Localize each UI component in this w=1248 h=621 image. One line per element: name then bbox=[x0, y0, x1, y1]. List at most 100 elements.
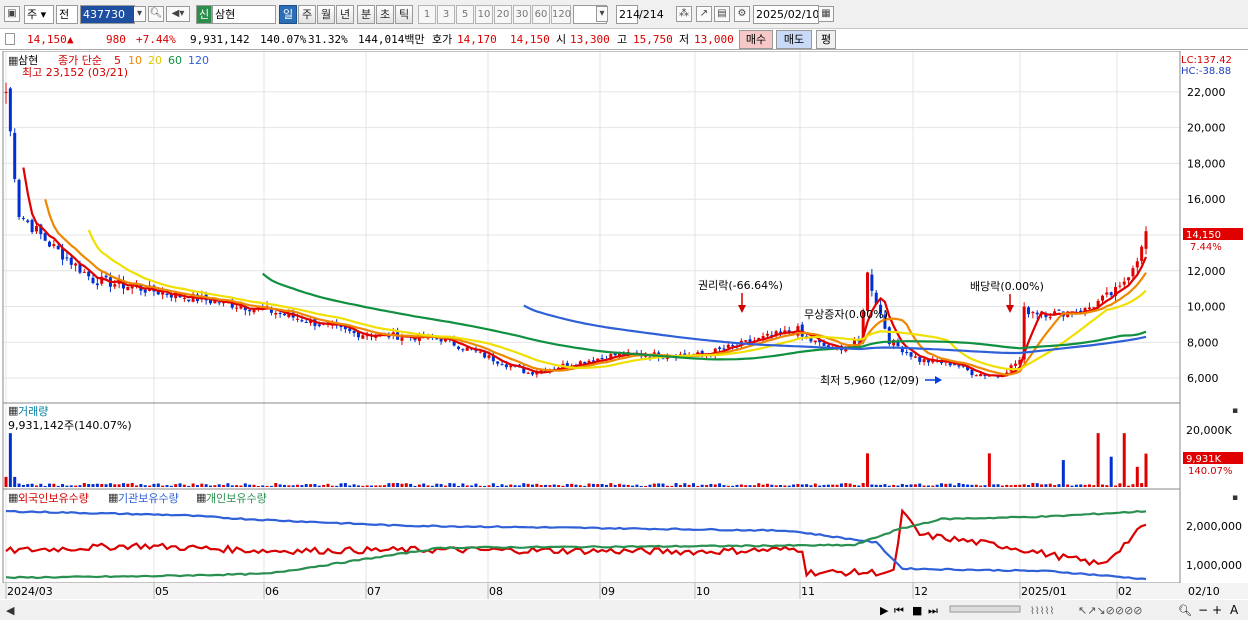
interval-60[interactable]: 60 bbox=[532, 5, 550, 24]
period-minute[interactable]: 분 bbox=[357, 5, 375, 24]
volume-bar bbox=[330, 485, 334, 487]
date-input[interactable]: 2025/02/10 bbox=[753, 5, 819, 24]
calendar-icon[interactable]: ▦ bbox=[818, 6, 834, 22]
period-day[interactable]: 일 bbox=[279, 5, 297, 24]
candle-body bbox=[235, 307, 239, 309]
cursor-icon[interactable]: ↗ bbox=[696, 6, 712, 22]
candle-body bbox=[95, 283, 99, 286]
volume-bar bbox=[765, 483, 769, 487]
rights-annotation: 권리락(-66.64%) bbox=[698, 279, 783, 292]
candle-body bbox=[530, 372, 534, 375]
volume-bar bbox=[1048, 483, 1052, 487]
interval-20[interactable]: 20 bbox=[494, 5, 512, 24]
volume-y-tick: 20,000K bbox=[1186, 424, 1232, 437]
volume-bar bbox=[465, 485, 469, 487]
volume-bar bbox=[848, 483, 852, 487]
window-menu-icon[interactable]: ▣ bbox=[4, 6, 20, 22]
volume-bar bbox=[48, 483, 52, 487]
save-icon[interactable]: ▤ bbox=[714, 6, 730, 22]
volume-bar bbox=[987, 453, 991, 487]
volume-bar bbox=[130, 483, 134, 487]
volume-bar bbox=[665, 485, 669, 487]
candle-body bbox=[744, 340, 748, 342]
volume-bar bbox=[548, 485, 552, 487]
sound-icon[interactable]: ◀▾ bbox=[166, 6, 190, 22]
sell-button[interactable]: 매도 bbox=[776, 30, 812, 49]
volume-panel-border bbox=[2, 402, 1181, 490]
volume-bar bbox=[787, 485, 791, 487]
ask-label: 호가 bbox=[432, 33, 453, 46]
volume-bar bbox=[1000, 485, 1004, 487]
volume-bar bbox=[731, 485, 735, 487]
interval-10[interactable]: 10 bbox=[475, 5, 493, 24]
volume-bar bbox=[983, 485, 987, 487]
market-select[interactable]: 주 ▾ bbox=[24, 5, 54, 24]
volume-bar bbox=[517, 485, 521, 487]
x-axis-label: 08 bbox=[489, 585, 503, 598]
volume-bar bbox=[108, 483, 112, 487]
interval-5[interactable]: 5 bbox=[456, 5, 474, 24]
volume-bar bbox=[21, 484, 25, 487]
period-month[interactable]: 월 bbox=[317, 5, 335, 24]
interval-dropdown-icon[interactable]: ▾ bbox=[596, 6, 608, 22]
period-year[interactable]: 년 bbox=[336, 5, 354, 24]
buy-button[interactable]: 매수 bbox=[739, 30, 773, 49]
candle-body bbox=[1035, 312, 1039, 315]
candle-body bbox=[913, 356, 917, 358]
dividend-annotation: 배당락(0.00%) bbox=[970, 280, 1044, 293]
stock-name-field[interactable]: 삼현 bbox=[212, 5, 276, 24]
volume-bar bbox=[713, 484, 717, 487]
candle-body bbox=[1100, 295, 1104, 301]
volume-bar bbox=[522, 483, 526, 487]
prev-select[interactable]: 전 bbox=[56, 5, 78, 24]
count-input[interactable]: 214 bbox=[616, 5, 640, 24]
toolbar: ▣ 주 ▾ 전 437730 ▾ 🔍︎ ◀▾ 신 삼현 일 주 월 년 분 초 … bbox=[0, 0, 1248, 29]
volume-bar bbox=[235, 485, 239, 487]
volume-bar bbox=[313, 483, 317, 487]
price-y-tick: 12,000 bbox=[1187, 265, 1226, 278]
period-week[interactable]: 주 bbox=[298, 5, 316, 24]
stop-icon: ■ bbox=[912, 604, 922, 617]
gear-icon[interactable]: ⚙ bbox=[734, 6, 750, 22]
volume-bar bbox=[265, 485, 269, 487]
volume-bar bbox=[604, 484, 608, 487]
volume-bar bbox=[770, 484, 774, 487]
volume-bar bbox=[618, 483, 622, 487]
stock-chart[interactable]: 22,00020,00018,00016,00014,00012,00010,0… bbox=[0, 51, 1248, 621]
low-annotation: 최저 5,960 (12/09) bbox=[820, 374, 919, 387]
ask-price: 14,170 bbox=[457, 33, 497, 46]
volume-bar bbox=[161, 485, 165, 487]
interval-3[interactable]: 3 bbox=[437, 5, 455, 24]
volume-bar bbox=[974, 484, 978, 487]
volume-bar bbox=[226, 483, 230, 487]
candle-body bbox=[800, 324, 804, 337]
period-tick[interactable]: 틱 bbox=[395, 5, 413, 24]
volume-bar bbox=[217, 484, 221, 487]
period-second[interactable]: 초 bbox=[376, 5, 394, 24]
link-icon[interactable]: ⁂ bbox=[676, 6, 692, 22]
interval-1[interactable]: 1 bbox=[418, 5, 436, 24]
volume-bar bbox=[126, 483, 130, 487]
expand-icon[interactable] bbox=[5, 33, 15, 45]
candle-body bbox=[483, 352, 487, 358]
eval-button[interactable]: 평 bbox=[816, 30, 836, 49]
search-icon[interactable]: 🔍︎ bbox=[148, 6, 164, 22]
volume-bar bbox=[996, 484, 1000, 487]
volume-bar bbox=[483, 485, 487, 487]
volume-bar bbox=[678, 484, 682, 487]
volume-bar bbox=[278, 484, 282, 487]
volume-bar bbox=[861, 482, 865, 487]
volume-bar bbox=[813, 483, 817, 487]
interval-120[interactable]: 120 bbox=[551, 5, 571, 24]
volume-bar bbox=[866, 453, 870, 487]
volume-bar bbox=[248, 484, 252, 487]
volume-bar bbox=[792, 484, 796, 487]
volume-bar bbox=[552, 484, 556, 487]
stock-code-input[interactable]: 437730 bbox=[80, 5, 135, 24]
volume-bar bbox=[474, 483, 478, 487]
interval-30[interactable]: 30 bbox=[513, 5, 531, 24]
candle-body bbox=[74, 263, 78, 266]
code-dropdown-icon[interactable]: ▾ bbox=[134, 6, 146, 22]
candle-body bbox=[82, 271, 86, 273]
volume-value: 9,931,142 bbox=[190, 33, 250, 46]
